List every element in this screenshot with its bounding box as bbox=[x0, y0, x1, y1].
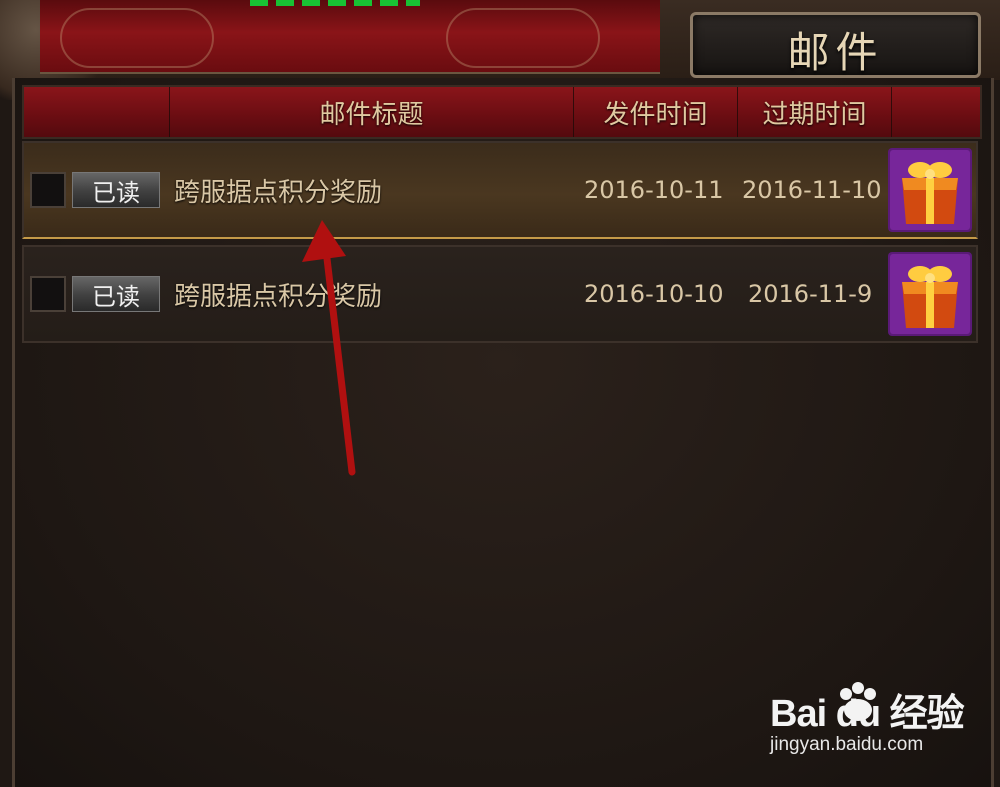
mail-table-header: 邮件标题 发件时间 过期时间 bbox=[22, 85, 982, 139]
top-frame: 邮件 bbox=[0, 0, 1000, 100]
mail-expire-time: 2016-11-9 bbox=[748, 280, 873, 308]
gift-box-icon[interactable] bbox=[888, 252, 972, 336]
read-status-badge: 已读 bbox=[72, 276, 160, 312]
mail-checkbox[interactable] bbox=[30, 276, 66, 312]
header-subject: 邮件标题 bbox=[170, 87, 574, 137]
mail-row[interactable]: 已读 跨服据点积分奖励 2016-10-10 2016-11-9 bbox=[22, 245, 978, 343]
header-expire-time: 过期时间 bbox=[738, 87, 892, 137]
read-status-badge: 已读 bbox=[72, 172, 160, 208]
watermark-url: jingyan.baidu.com bbox=[770, 734, 924, 755]
header-select bbox=[24, 87, 170, 137]
mail-subject[interactable]: 跨服据点积分奖励 bbox=[174, 172, 382, 209]
mail-send-time: 2016-10-11 bbox=[584, 176, 724, 204]
gift-box-icon[interactable] bbox=[888, 148, 972, 232]
watermark-logo-text: Bai du 经验 bbox=[770, 693, 965, 735]
mail-checkbox[interactable] bbox=[30, 172, 66, 208]
annotation-arrow-icon bbox=[302, 220, 356, 476]
mail-expire-time: 2016-11-10 bbox=[742, 176, 882, 204]
window-title-plate: 邮件 bbox=[690, 12, 981, 78]
baidu-jingyan-watermark: Bai du 经验 jingyan.baidu.com bbox=[770, 682, 970, 762]
window-title: 邮件 bbox=[787, 28, 884, 77]
header-attachment bbox=[892, 87, 976, 137]
mail-send-time: 2016-10-10 bbox=[584, 280, 724, 308]
header-send-time: 发件时间 bbox=[574, 87, 738, 137]
status-strip bbox=[250, 0, 420, 6]
top-banner bbox=[40, 0, 660, 74]
mail-row[interactable]: 已读 跨服据点积分奖励 2016-10-11 2016-11-10 bbox=[22, 141, 978, 239]
